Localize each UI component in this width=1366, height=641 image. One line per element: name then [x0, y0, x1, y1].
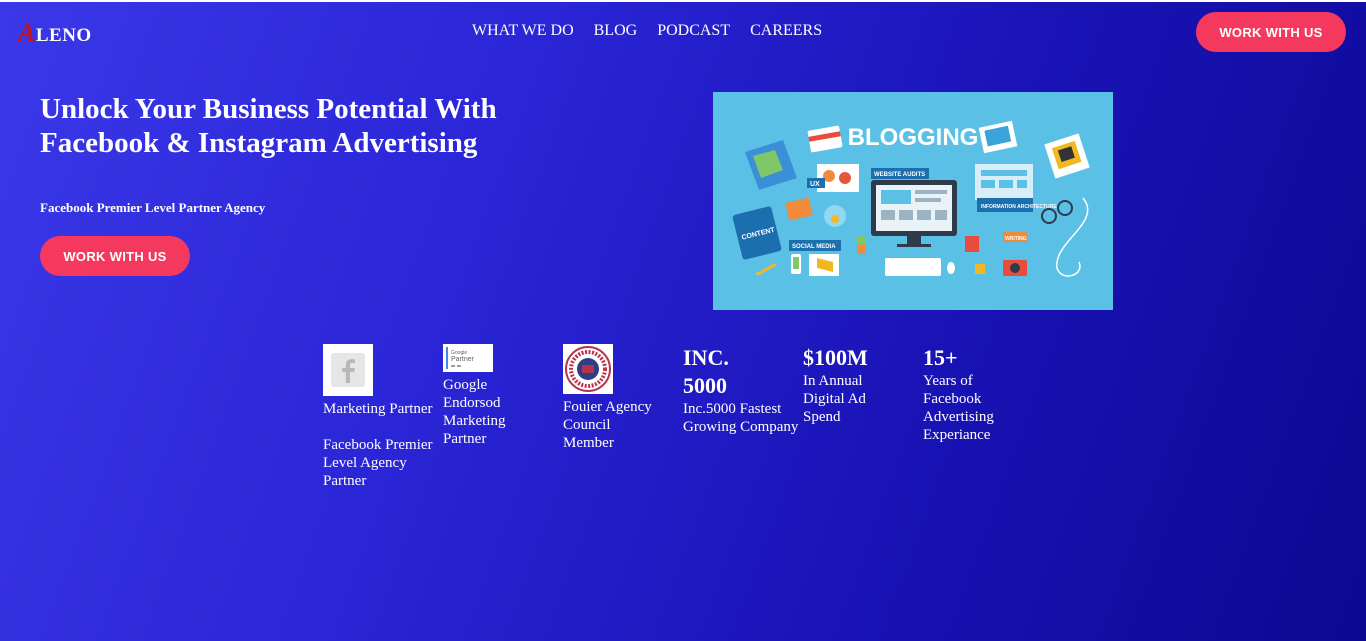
website-audits-label: WEBSITE AUDITS [874, 172, 925, 178]
stat-facebook-partner: Marketing Partner Facebook Premier Level… [323, 344, 443, 490]
sticky-note-icon [975, 264, 985, 274]
hero-work-with-us-button[interactable]: WORK WITH US [40, 236, 190, 276]
facebook-icon [323, 344, 373, 396]
main-nav: WHAT WE DO BLOG PODCAST CAREERS [472, 22, 822, 40]
nav-blog[interactable]: BLOG [594, 22, 638, 40]
stat-big-value: INC. 5000 [683, 345, 729, 398]
top-border [0, 0, 1366, 2]
content-book-icon: CONTENT [732, 206, 782, 260]
ux-label: UX [810, 181, 820, 188]
nav-podcast[interactable]: PODCAST [657, 22, 730, 40]
agency-council-seal [563, 344, 613, 394]
envelope-icon [785, 197, 813, 221]
blogging-illustration: BLOGGING UX WEBSITE AUDITS INFORMATION A… [713, 92, 1113, 310]
stat-big-value: 15+ [923, 345, 958, 370]
google-partner-badge: Google Partner [443, 344, 493, 372]
stat-line2: Facebook Premier Level Agency Partner [323, 437, 433, 489]
website-audits-tag: WEBSITE AUDITS [871, 168, 929, 179]
stat-line1: Google Endorsod Marketing Partner [443, 377, 506, 447]
header-work-with-us-button[interactable]: WORK WITH US [1196, 12, 1346, 52]
photo-icon [978, 120, 1018, 154]
stat-line1: Inc.5000 Fastest Growing Company [683, 401, 799, 435]
svg-text:Partner: Partner [451, 356, 475, 363]
stat-ad-spend: $100M In Annual Digital Ad Spend [803, 344, 923, 426]
stat-agency-council: Fouier Agency Council Member [563, 344, 683, 452]
credit-card-icon [807, 125, 843, 153]
social-media-tag: SOCIAL MEDIA [789, 240, 841, 251]
logo[interactable]: ALENO [18, 18, 92, 48]
stat-line1: In Annual Digital Ad Spend [803, 373, 866, 425]
map-icon [745, 140, 797, 190]
stat-big-value: $100M [803, 345, 868, 370]
stat-line1: Years of Facebook Advertising Experiance [923, 373, 994, 443]
megaphone-icon [809, 254, 839, 276]
hero-subtitle: Facebook Premier Level Partner Agency [40, 200, 266, 215]
stat-line1: Fouier Agency Council Member [563, 399, 652, 451]
stat-inc5000: INC. 5000 Inc.5000 Fastest Growing Compa… [683, 344, 803, 436]
hero-title: Unlock Your Business Potential With Face… [40, 93, 497, 159]
logo-text: LENO [35, 25, 92, 46]
monitor-icon [871, 180, 957, 247]
illustration-heading: BLOGGING [848, 124, 979, 151]
fishbowl-icon [824, 205, 846, 227]
nav-careers[interactable]: CAREERS [750, 22, 822, 40]
logo-letter: A [18, 18, 36, 47]
writing-tag: WRITING [1003, 232, 1027, 242]
social-media-label: SOCIAL MEDIA [792, 244, 836, 250]
mouse-icon [947, 262, 955, 274]
plant-icon [856, 235, 866, 254]
blogging-illustration-svg: BLOGGING UX WEBSITE AUDITS INFORMATION A… [732, 120, 1090, 277]
stat-google-partner: Google Partner Google Endorsod Marketing … [443, 344, 543, 448]
stat-years: 15+ Years of Facebook Advertising Experi… [923, 344, 1043, 444]
polaroid-icon [1044, 133, 1090, 179]
keyboard-icon [885, 258, 941, 276]
phone-icon [791, 254, 801, 274]
nav-what-we-do[interactable]: WHAT WE DO [472, 22, 574, 40]
writing-label: WRITING [1005, 236, 1027, 242]
wireframe-icon: INFORMATION ARCHITECTURE [975, 164, 1057, 212]
camera-icon [1003, 260, 1027, 276]
pencil-icon [755, 262, 777, 276]
mug-icon [965, 236, 979, 252]
stat-line1: Marketing Partner [323, 401, 433, 417]
ux-icon: UX [807, 164, 859, 192]
